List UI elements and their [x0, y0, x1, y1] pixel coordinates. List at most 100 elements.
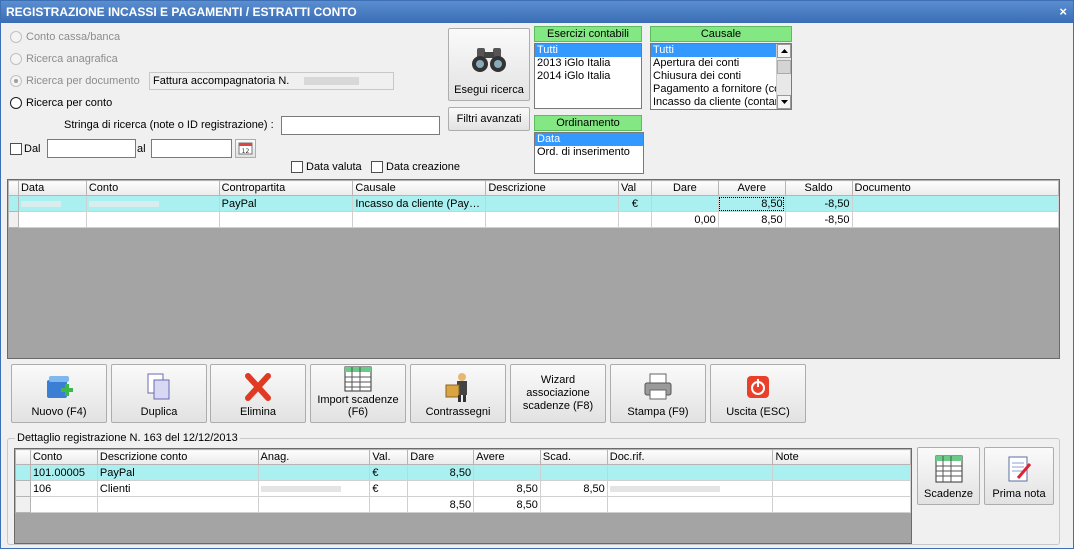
causale-item[interactable]: Pagamento a fornitore (con: [651, 83, 776, 96]
data-creazione-checkbox[interactable]: Data creazione: [371, 161, 460, 173]
uscita-button[interactable]: Uscita (ESC): [710, 364, 806, 423]
wizard-associazione-button[interactable]: Wizard associazione scadenze (F8): [510, 364, 606, 423]
causale-item[interactable]: Chiusura dei conti: [651, 70, 776, 83]
contrassegni-button[interactable]: Contrassegni: [410, 364, 506, 423]
col-header-descrizione[interactable]: Descrizione: [485, 180, 620, 196]
detail-col-val[interactable]: Val.: [369, 449, 409, 465]
total-empty-cell: [29, 496, 98, 513]
table-row[interactable]: 101.00005 PayPal € 8,50: [15, 464, 911, 481]
ordinamento-item[interactable]: Data: [535, 133, 643, 146]
esercizi-list[interactable]: Tutti 2013 iGlo Italia 2014 iGlo Italia: [534, 43, 642, 109]
causale-item[interactable]: Tutti: [651, 44, 776, 57]
detail-col-note[interactable]: Note: [772, 449, 911, 465]
radio-conto-cassa-banca[interactable]: Conto cassa/banca: [10, 29, 120, 45]
total-empty-cell: [352, 211, 487, 228]
cell-documento: [851, 195, 1059, 212]
redacted-block: [260, 485, 341, 492]
col-header-contropartita[interactable]: Contropartita: [218, 180, 354, 196]
scroll-down-arrow-icon[interactable]: [777, 95, 791, 109]
detail-col-docrif[interactable]: Doc.rif.: [606, 449, 774, 465]
advanced-filters-button[interactable]: Filtri avanzati: [448, 107, 530, 131]
date-from-input[interactable]: [47, 139, 136, 158]
main-grid-table: Data Conto Contropartita Causale Descriz…: [8, 180, 1059, 228]
cell-docrif: [606, 480, 774, 497]
detail-col-conto[interactable]: Conto: [29, 449, 98, 465]
esercizi-item[interactable]: Tutti: [535, 44, 641, 57]
radio-ricerca-per-documento[interactable]: Ricerca per documento: [10, 73, 140, 89]
search-button[interactable]: Esegui ricerca: [448, 28, 530, 101]
data-valuta-checkbox[interactable]: Data valuta: [291, 161, 362, 173]
prima-nota-button[interactable]: Prima nota: [984, 447, 1054, 505]
detail-col-avere[interactable]: Avere: [473, 449, 541, 465]
row-indicator-header: [8, 180, 19, 196]
wizard-associazione-label: Wizard associazione scadenze (F8): [522, 374, 594, 412]
scroll-thumb[interactable]: [777, 60, 791, 74]
scadenze-button[interactable]: Scadenze: [917, 447, 980, 505]
main-grid[interactable]: Data Conto Contropartita Causale Descriz…: [7, 179, 1060, 359]
col-header-dare[interactable]: Dare: [650, 180, 719, 196]
cell-dare: [650, 195, 719, 212]
total-empty-cell: [17, 211, 87, 228]
radio-circle: [10, 75, 22, 87]
radio-ricerca-per-conto[interactable]: Ricerca per conto: [10, 95, 112, 111]
notebook-pen-icon: [1008, 456, 1032, 482]
import-scadenze-button[interactable]: Import scadenze (F6): [310, 364, 406, 423]
new-record-icon: [47, 376, 73, 398]
esercizi-item[interactable]: 2013 iGlo Italia: [535, 57, 641, 70]
col-header-documento[interactable]: Documento: [851, 180, 1059, 196]
printer-icon: [644, 373, 672, 400]
date-to-input[interactable]: [151, 139, 232, 158]
col-header-val[interactable]: Val: [618, 180, 652, 196]
detail-col-scad[interactable]: Scad.: [539, 449, 608, 465]
close-icon[interactable]: ×: [1059, 4, 1067, 19]
delete-x-icon: [245, 373, 271, 401]
radio-ricerca-anagrafica[interactable]: Ricerca anagrafica: [10, 51, 118, 67]
cell-conto: [85, 195, 220, 212]
window-title: REGISTRAZIONE INCASSI E PAGAMENTI / ESTR…: [6, 5, 357, 19]
total-empty-cell: [96, 496, 259, 513]
total-empty-cell: [618, 211, 652, 228]
elimina-button[interactable]: Elimina: [210, 364, 306, 423]
nuovo-button[interactable]: Nuovo (F4): [11, 364, 107, 423]
col-header-causale[interactable]: Causale: [352, 180, 487, 196]
scadenze-label: Scadenze: [924, 488, 973, 500]
radio-circle: [10, 97, 22, 109]
table-row[interactable]: 106 Clienti € 8,50 8,50: [15, 480, 911, 497]
triangle-up-icon: [780, 49, 788, 53]
detail-col-dare[interactable]: Dare: [407, 449, 475, 465]
detail-col-descrizione[interactable]: Descrizione conto: [96, 449, 259, 465]
ordinamento-item[interactable]: Ord. di inserimento: [535, 146, 643, 159]
search-string-label: Stringa di ricerca (note o ID registrazi…: [64, 119, 274, 131]
contrassegni-label: Contrassegni: [425, 406, 491, 418]
stampa-button[interactable]: Stampa (F9): [610, 364, 706, 423]
col-header-conto[interactable]: Conto: [85, 180, 220, 196]
causale-list[interactable]: Tutti Apertura dei conti Chiusura dei co…: [650, 43, 792, 110]
scroll-up-arrow-icon[interactable]: [777, 44, 791, 58]
causale-item[interactable]: Apertura dei conti: [651, 57, 776, 70]
checkbox-box: [10, 143, 22, 155]
total-dare: 0,00: [650, 211, 719, 228]
detail-grid[interactable]: Conto Descrizione conto Anag. Val. Dare …: [14, 448, 912, 544]
calendar-button[interactable]: 12: [235, 139, 256, 158]
window-titlebar: REGISTRAZIONE INCASSI E PAGAMENTI / ESTR…: [1, 1, 1073, 23]
totals-row: 8,50 8,50: [15, 496, 911, 513]
ordinamento-list[interactable]: Data Ord. di inserimento: [534, 132, 644, 174]
redacted-block: [88, 200, 159, 207]
table-row[interactable]: PayPal Incasso da cliente (Pay… € 8,50 -…: [8, 195, 1059, 212]
cell-descrizione: PayPal: [96, 464, 259, 481]
esercizi-item[interactable]: 2014 iGlo Italia: [535, 70, 641, 83]
col-header-data[interactable]: Data: [17, 180, 87, 196]
col-header-saldo[interactable]: Saldo: [784, 180, 853, 196]
col-header-avere[interactable]: Avere: [717, 180, 786, 196]
causale-scrollbar[interactable]: [776, 44, 791, 109]
duplica-button[interactable]: Duplica: [111, 364, 207, 423]
data-valuta-label: Data valuta: [306, 161, 362, 173]
causale-header: Causale: [650, 26, 792, 42]
courier-package-icon: [445, 373, 467, 402]
causale-item[interactable]: Incasso da cliente (contan: [651, 96, 776, 109]
detail-grid-table: Conto Descrizione conto Anag. Val. Dare …: [15, 449, 911, 513]
duplicate-icon: [147, 373, 170, 400]
search-string-input[interactable]: [281, 116, 440, 135]
detail-col-anag[interactable]: Anag.: [257, 449, 371, 465]
date-from-checkbox[interactable]: Dal: [10, 143, 41, 155]
